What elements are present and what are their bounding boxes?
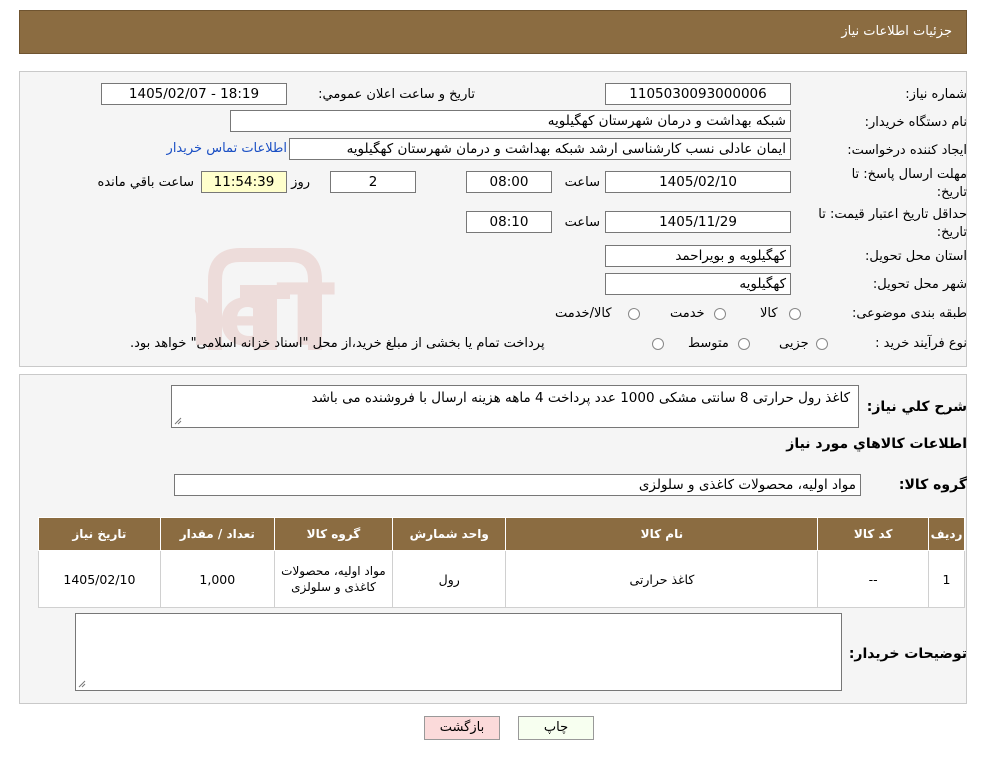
validity-label: حداقل تاريخ اعتبار قيمت: تا <box>818 207 967 222</box>
items-section-title: اطلاعات كالاهاي مورد نياز <box>786 436 967 452</box>
page-title: جزئیات اطلاعات نیاز <box>841 24 952 39</box>
province-field: کهگیلویه و بویراحمد <box>605 245 791 267</box>
process-label: نوع فرآيند خريد : <box>875 336 967 351</box>
remaining-time-label: ساعت باقي مانده <box>97 175 194 190</box>
category-goods-label: کالا <box>760 306 778 321</box>
cell-unit: رول <box>392 550 507 608</box>
items-table: رديف کد کالا نام کالا واحد شمارش گروه کا… <box>38 517 965 608</box>
description-label: شرح كلي نياز: <box>866 399 967 415</box>
col-code: کد کالا <box>817 517 930 551</box>
city-label: شهر محل تحويل: <box>872 277 967 292</box>
process-partial-radio[interactable] <box>816 338 828 350</box>
deadline-time-label: ساعت <box>564 175 600 190</box>
need-number-label: شماره نیاز: <box>905 87 967 102</box>
process-treasury-checkbox[interactable] <box>652 338 664 350</box>
category-both-label: کالا/خدمت <box>555 306 612 321</box>
validity-time-field: 08:10 <box>466 211 552 233</box>
announce-date-label: تاریخ و ساعت اعلان عمومي: <box>318 87 475 102</box>
cell-group: مواد اولیه، محصولات کاغذی و سلولزی <box>273 550 394 608</box>
creator-field: ایمان عادلی نسب کارشناسی ارشد شبکه بهداش… <box>289 138 791 160</box>
creator-label: ايجاد کننده درخواست: <box>847 143 967 158</box>
print-button[interactable]: چاپ <box>518 716 594 740</box>
process-partial-label: جزیی <box>779 336 809 351</box>
goods-group-field: مواد اولیه، محصولات کاغذی و سلولزی <box>174 474 861 496</box>
category-goods-radio[interactable] <box>789 308 801 320</box>
process-medium-label: متوسط <box>688 336 729 351</box>
buyer-notes-field[interactable] <box>75 613 842 691</box>
deadline-date-field: 1405/02/10 <box>605 171 791 193</box>
cell-qty: 1,000 <box>159 550 275 608</box>
back-button[interactable]: بازگشت <box>424 716 500 740</box>
process-note: پرداخت تمام يا بخشی از مبلغ خريد،از محل … <box>130 336 545 351</box>
validity-date-field: 1405/11/29 <box>605 211 791 233</box>
remaining-time-field: 11:54:39 <box>201 171 287 193</box>
col-row: رديف <box>928 517 965 551</box>
resize-grip-icon[interactable] <box>78 680 86 688</box>
cell-name: کاغذ حرارتی <box>505 550 819 608</box>
process-medium-radio[interactable] <box>738 338 750 350</box>
page-header: جزئیات اطلاعات نیاز <box>19 10 967 54</box>
col-date: تاریخ نیاز <box>38 517 161 551</box>
category-both-radio[interactable] <box>628 308 640 320</box>
deadline-time-field: 08:00 <box>466 171 552 193</box>
deadline-label: مهلت ارسال پاسخ: تا <box>851 167 967 182</box>
announce-date-field: 1405/02/07 - 18:19 <box>101 83 287 105</box>
table-row: 1 -- کاغذ حرارتی رول مواد اولیه، محصولات… <box>38 550 965 608</box>
buyer-field: شبکه بهداشت و درمان شهرستان کهگیلویه <box>230 110 791 132</box>
category-label: طبقه بندی موضوعی: <box>851 306 967 321</box>
category-service-label: خدمت <box>670 306 705 321</box>
cell-row: 1 <box>928 550 965 608</box>
category-service-radio[interactable] <box>714 308 726 320</box>
city-field: کهگیلویه <box>605 273 791 295</box>
col-unit: واحد شمارش <box>392 517 507 551</box>
description-field: کاغذ رول حرارتی 8 سانتی مشکی 1000 عدد پر… <box>171 385 859 428</box>
need-number-field: 1105030093000006 <box>605 83 791 105</box>
goods-group-label: گروه کالا: <box>898 477 967 493</box>
deadline-label-date: تاریخ: <box>936 185 967 200</box>
days-remaining-field: 2 <box>330 171 416 193</box>
validity-time-label: ساعت <box>564 215 600 230</box>
cell-code: -- <box>817 550 930 608</box>
validity-label-date: تاريخ: <box>936 225 967 240</box>
buyer-label: نام دستگاه خريدار: <box>864 115 967 130</box>
col-name: نام کالا <box>505 517 819 551</box>
province-label: استان محل تحويل: <box>865 249 967 264</box>
buyer-notes-label: توضيحات خريدار: <box>848 646 967 662</box>
col-group: گروه کالا <box>273 517 394 551</box>
cell-date: 1405/02/10 <box>38 550 161 608</box>
col-qty: تعداد / مقدار <box>159 517 275 551</box>
buyer-contact-link[interactable]: اطلاعات تماس خريدار <box>167 141 287 157</box>
resize-grip-icon[interactable] <box>174 417 182 425</box>
